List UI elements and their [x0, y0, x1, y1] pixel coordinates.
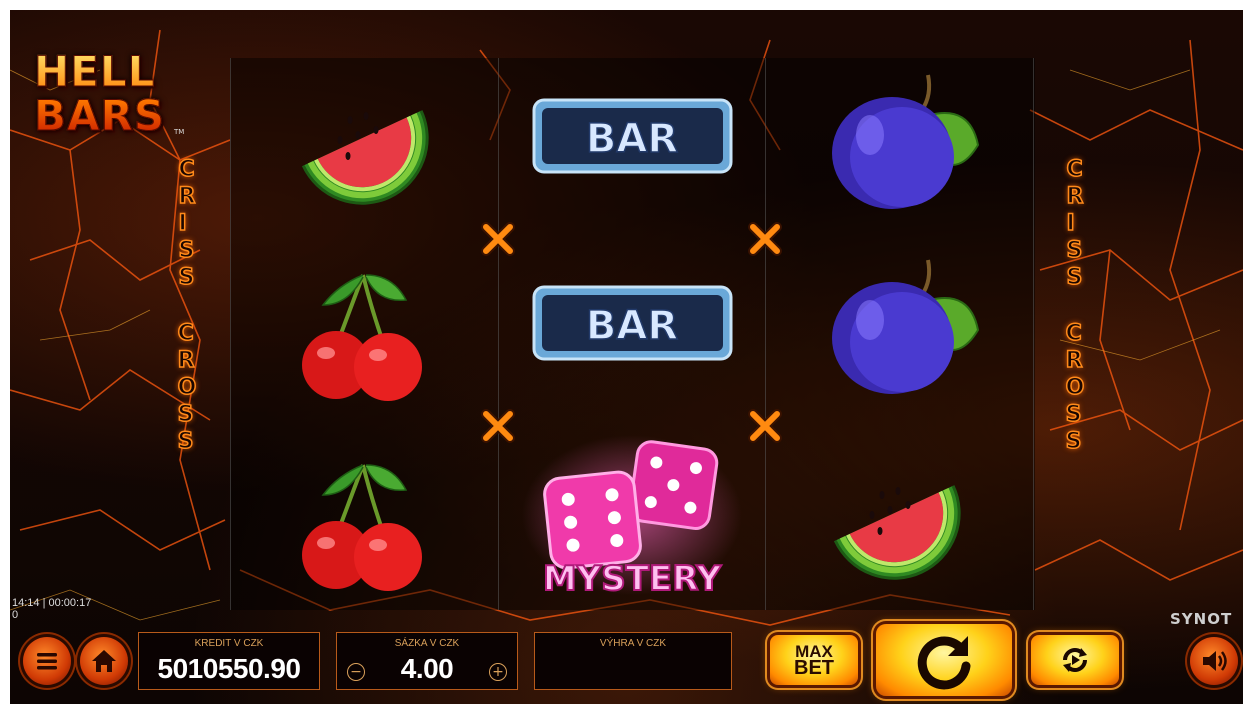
- side-letter: C: [1066, 156, 1084, 183]
- criss-cross-marker-icon: [480, 221, 516, 257]
- menu-button[interactable]: [23, 637, 71, 685]
- side-letter: R: [1066, 183, 1084, 210]
- side-letter: C: [1065, 320, 1083, 347]
- win-label: VÝHRA V CZK: [599, 638, 667, 649]
- side-letter: C: [178, 156, 196, 183]
- mystery-label: MYSTERY: [543, 559, 722, 599]
- side-letter: R: [178, 183, 196, 210]
- side-word-1: CRISS: [1066, 156, 1084, 291]
- counter-text: 0: [12, 609, 19, 621]
- symbol-watermelon: [810, 435, 980, 585]
- session-clock: 14:14 | 00:00:17 0: [12, 597, 91, 621]
- criss-cross-marker-icon: [480, 408, 516, 444]
- symbol-plum: [810, 65, 980, 215]
- side-word-1: CRISS: [178, 156, 196, 291]
- reel-divider: [765, 58, 766, 610]
- bet-panel: SÁZKA V CZK 4.00 − +: [336, 632, 518, 690]
- spin-icon: [917, 636, 971, 690]
- bet-decrease-button[interactable]: −: [347, 663, 365, 681]
- minus-icon: −: [350, 664, 362, 680]
- symbol-bar: BAR: [530, 257, 735, 367]
- side-letter: R: [1065, 347, 1083, 374]
- reel-divider: [230, 58, 231, 610]
- bar-label: BAR: [586, 116, 678, 162]
- menu-icon: [37, 653, 57, 670]
- autoplay-button[interactable]: [1031, 635, 1119, 685]
- trademark-mark: TM: [174, 128, 185, 136]
- side-word-2: CROSS: [177, 320, 197, 455]
- side-letter: S: [1065, 401, 1082, 428]
- symbol-plum: [810, 250, 980, 400]
- credit-panel: KREDIT V CZK 5010550.90: [138, 632, 320, 690]
- criss-cross-marker-icon: [747, 221, 783, 257]
- side-letter: O: [177, 374, 197, 401]
- provider-logo: SYNOT: [1170, 610, 1233, 628]
- game-logo: HELL BARS: [33, 47, 166, 140]
- home-icon: [92, 650, 116, 672]
- clock-text: 14:14 | 00:00:17: [12, 597, 92, 609]
- side-letter: I: [1066, 210, 1076, 237]
- side-letter: S: [178, 264, 195, 291]
- side-letter: R: [177, 347, 195, 374]
- win-panel: VÝHRA V CZK: [534, 632, 732, 690]
- credit-label: KREDIT V CZK: [194, 638, 264, 649]
- reel-divider: [1033, 58, 1034, 610]
- max-bet-button[interactable]: MAX BET: [770, 635, 858, 685]
- home-button[interactable]: [80, 637, 128, 685]
- game-stage: HELL BARS TM CRISS CROSS CRISS CROSS BAR…: [10, 10, 1243, 704]
- side-letter: S: [177, 401, 194, 428]
- side-letter: S: [1066, 264, 1083, 291]
- reel-divider: [498, 58, 499, 610]
- side-letter: I: [178, 210, 188, 237]
- spin-button[interactable]: [876, 624, 1012, 696]
- bar-label: BAR: [586, 303, 678, 349]
- autoplay-icon: [1063, 648, 1087, 672]
- symbol-bar: BAR: [530, 70, 735, 180]
- symbol-cherries: [278, 255, 448, 405]
- criss-cross-marker-icon: [747, 408, 783, 444]
- bet-increase-button[interactable]: +: [489, 663, 507, 681]
- side-letter: S: [1065, 428, 1082, 455]
- plus-icon: +: [492, 664, 504, 680]
- symbol-watermelon: [278, 60, 448, 210]
- bet-label: SÁZKA V CZK: [394, 638, 460, 649]
- sound-icon: [1203, 651, 1227, 671]
- side-letter: S: [178, 237, 195, 264]
- symbol-mystery-dice: MYSTERY: [522, 435, 742, 600]
- side-letter: S: [1066, 237, 1083, 264]
- side-letter: S: [177, 428, 194, 455]
- criss-cross-right: CRISS CROSS: [1060, 156, 1090, 455]
- side-letter: O: [1065, 374, 1085, 401]
- side-letter: C: [177, 320, 195, 347]
- sound-button[interactable]: [1190, 637, 1238, 685]
- side-word-2: CROSS: [1065, 320, 1085, 455]
- max-bet-line2: BET: [794, 657, 834, 679]
- credit-value: 5010550.90: [157, 653, 301, 684]
- symbol-cherries: [278, 445, 448, 595]
- criss-cross-left: CRISS CROSS: [172, 156, 202, 455]
